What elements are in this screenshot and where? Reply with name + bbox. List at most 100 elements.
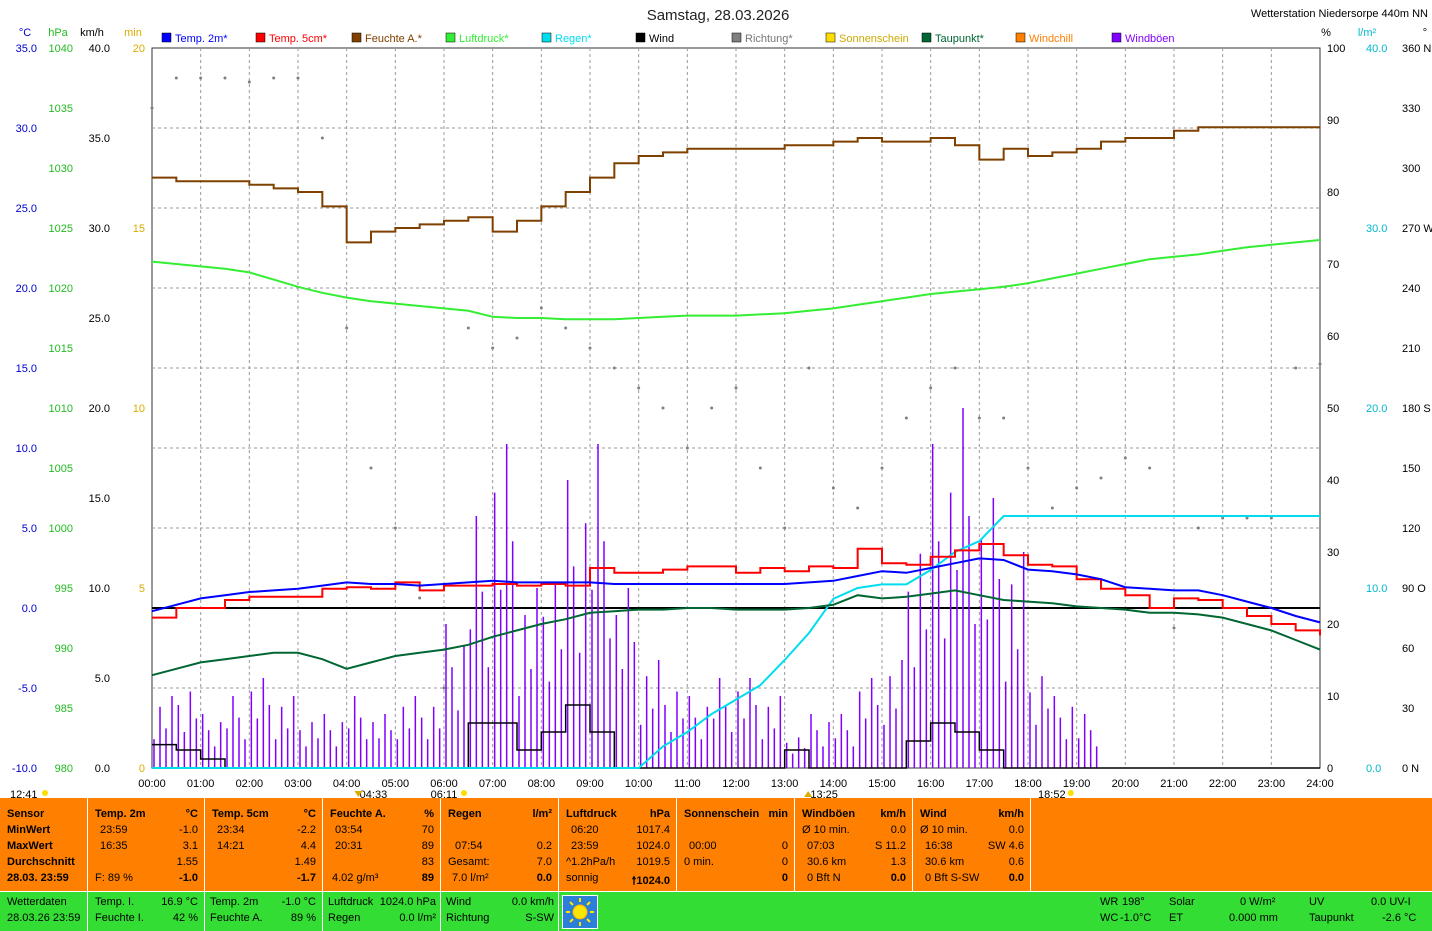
legend-swatch [445, 32, 456, 43]
direction-point [174, 76, 178, 80]
tick-hour: 01:00 [187, 778, 215, 790]
grid [151, 47, 1321, 769]
wind-avg-value: 0.0 [1008, 824, 1024, 836]
temp2m-max-value: 3.1 [182, 840, 198, 852]
direction-point [758, 466, 762, 470]
outdoor-cell: Temp. 2m -1.0 °C Feuchte A. 89 % [205, 892, 323, 931]
tick-rain: 0.0 [1366, 763, 1381, 775]
temp2m-min-time: 23:59 [100, 824, 128, 836]
stats-luftdruck: Luftdruck hPa 06:20 1017.4 23:59 1024.0 … [559, 798, 677, 891]
boeen-heading: Windböen [802, 808, 856, 820]
feuchte-min-time: 03:54 [335, 824, 363, 836]
feuchte-avg: 83 [421, 856, 434, 868]
direction-point [856, 506, 860, 510]
direction-point [345, 326, 349, 330]
tick-deg: 30 [1402, 703, 1414, 715]
legend-swatch [635, 32, 646, 43]
tick-min: 20 [133, 43, 145, 55]
event-noon: 13:25 [810, 789, 838, 798]
direction-point [588, 346, 592, 350]
tick-pct: 100 [1327, 43, 1345, 55]
tick-pct: 20 [1327, 619, 1339, 631]
sonne-sum-label: 0 min. [684, 856, 714, 868]
direction-point [150, 106, 154, 110]
direction-point [710, 406, 714, 410]
regen-max-time: 07:54 [455, 840, 483, 852]
legend-label: Feuchte A.* [365, 33, 423, 45]
tick-kmh: 20.0 [89, 403, 110, 415]
tick-hpa: 990 [55, 643, 73, 655]
wind-cell: Wind 0.0 km/h Richtung S-SW [441, 892, 559, 931]
tick-temp: 30.0 [16, 123, 37, 135]
boeen-max-time: 07:03 [807, 840, 835, 852]
regen-total-value: 7.0 [536, 856, 552, 868]
temp5cm-heading: Temp. 5cm [212, 808, 269, 820]
tick-hour: 08:00 [528, 778, 556, 790]
sun-icon [461, 790, 467, 796]
unit-left: hPa [48, 27, 68, 39]
boeen-max-value: S 11.2 [875, 840, 906, 852]
direction-point [564, 326, 568, 330]
current-datetime: 28.03.26 23:59 [7, 912, 81, 924]
luftdruck-min-time: 06:20 [571, 824, 599, 836]
wind-avg-label: Ø 10 min. [920, 824, 968, 836]
luftdruck-now-value: 1024.0 hPa [379, 896, 436, 908]
regen-total-label: Gesamt: [448, 856, 490, 868]
legend-label: Luftdruck* [459, 33, 509, 45]
legend-swatch [1015, 32, 1026, 43]
tick-hour: 09:00 [576, 778, 604, 790]
sun-weather-icon [562, 895, 598, 929]
legend-swatch [1111, 32, 1122, 43]
temp2m-now-label: Temp. 2m [210, 896, 259, 908]
avg-label: Durchschnitt [7, 856, 75, 868]
feuchte-max-time: 20:31 [335, 840, 363, 852]
richtung-now-value: S-SW [525, 912, 554, 924]
regen-heading: Regen [448, 808, 482, 820]
tick-hpa: 1020 [49, 283, 73, 295]
tick-kmh: 5.0 [95, 673, 110, 685]
tick-hour: 22:00 [1209, 778, 1237, 790]
direction-point [515, 336, 519, 340]
sonne-max-time: 00:00 [689, 840, 717, 852]
current-data-bar: Wetterdaten 28.03.26 23:59 Temp. I. 16.9… [0, 892, 1432, 931]
tick-hour: 24:00 [1306, 778, 1334, 790]
tick-pct: 70 [1327, 259, 1339, 271]
regen-current: 0.0 [536, 872, 552, 884]
feuchte-i-value: 42 % [172, 912, 198, 924]
direction-point [637, 386, 641, 390]
tick-hpa: 995 [55, 583, 73, 595]
luftdruck-max-time: 23:59 [571, 840, 599, 852]
regen-current-label: 7.0 l/m² [452, 872, 489, 884]
tick-rain: 30.0 [1366, 223, 1387, 235]
tick-hour: 20:00 [1112, 778, 1140, 790]
tick-hour: 13:00 [771, 778, 799, 790]
tick-pct: 30 [1327, 547, 1339, 559]
direction-point [661, 406, 665, 410]
temp5cm-max-time: 14:21 [217, 840, 245, 852]
tick-hpa: 1025 [49, 223, 73, 235]
direction-point [1050, 506, 1054, 510]
tick-deg: 90 O [1402, 583, 1426, 595]
boeen-distance-value: 1.3 [890, 856, 906, 868]
regen-now-label: Regen [328, 912, 361, 924]
direction-point [418, 596, 422, 600]
tick-min: 0 [139, 763, 145, 775]
direction-point [1099, 476, 1103, 480]
temp5cm-min-time: 23:34 [217, 824, 245, 836]
wr-value: 198° [1122, 896, 1145, 908]
luftdruck-current-value: 1024.0 [636, 875, 670, 887]
tick-temp: 15.0 [16, 363, 37, 375]
feuchte-absolute: 4.02 g/m³ [332, 872, 379, 884]
unit-left: km/h [80, 27, 104, 39]
sonne-unit: min [768, 808, 788, 820]
legend-label: Richtung* [745, 33, 793, 45]
tick-kmh: 40.0 [89, 43, 110, 55]
wc-value: -1.0°C [1120, 912, 1152, 924]
tick-deg: 150 [1402, 463, 1420, 475]
tick-pct: 80 [1327, 187, 1339, 199]
min-label: MinWert [7, 824, 51, 836]
et-label: ET [1169, 912, 1184, 924]
wind-unit: km/h [998, 808, 1024, 820]
tick-temp: 35.0 [16, 43, 37, 55]
tick-deg: 240 [1402, 283, 1420, 295]
